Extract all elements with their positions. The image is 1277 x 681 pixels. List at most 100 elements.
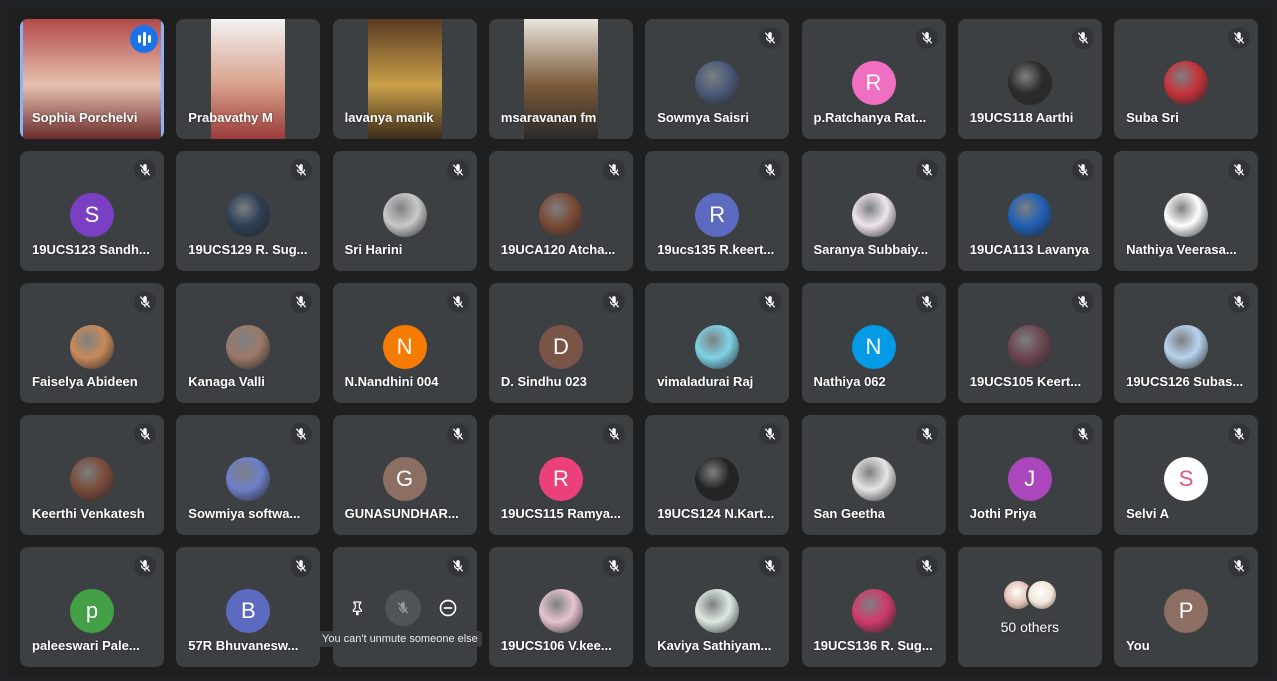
participant-tile[interactable]: 50 others xyxy=(957,547,1102,667)
profile-photo-avatar xyxy=(1007,193,1052,237)
participant-tile[interactable]: Faiselya Abideen xyxy=(20,283,164,403)
participant-name: p.Ratchanya Rat... xyxy=(813,110,927,125)
profile-photo-avatar xyxy=(382,193,427,237)
participant-name: 19UCA113 Lavanya xyxy=(969,242,1090,257)
letter-avatar: G xyxy=(382,457,427,501)
participant-tile[interactable]: Suba Sri xyxy=(1114,19,1259,139)
participant-grid: Sophia Porchelvi Prabavathy M lavanya mani… xyxy=(6,6,1272,675)
participant-tile[interactable]: Sophia Porchelvi xyxy=(20,19,164,139)
mic-off-icon[interactable] xyxy=(385,590,421,626)
participant-tile[interactable]: 19UCS126 Subas... xyxy=(1114,283,1259,403)
participant-tile[interactable]: 19UCS118 Aarthi xyxy=(957,19,1102,139)
participant-name: msaravanan fm xyxy=(500,110,597,125)
participant-tile[interactable]: msaravanan fm xyxy=(488,19,633,139)
mic-off-icon xyxy=(446,291,469,313)
mic-off-icon xyxy=(1228,159,1251,181)
mic-off-icon xyxy=(602,555,625,577)
participant-tile[interactable]: B 57R Bhuvanesw... xyxy=(176,547,321,667)
participant-tile[interactable]: Sowmiya softwa... xyxy=(176,415,321,535)
letter-avatar: R xyxy=(695,193,740,237)
mic-off-icon xyxy=(1228,291,1251,313)
participant-tile[interactable]: G GUNASUNDHAR... xyxy=(332,415,477,535)
participant-tile[interactable]: Sri Harini xyxy=(332,151,477,271)
participant-name: Sri Harini xyxy=(344,242,403,257)
profile-photo-avatar xyxy=(695,589,740,633)
participant-name: Kaviya Sathiyam... xyxy=(657,638,772,653)
mic-off-icon xyxy=(602,423,625,445)
participant-tile[interactable]: S Selvi A xyxy=(1114,415,1259,535)
participant-tile[interactable]: p paleeswari Pale... xyxy=(20,547,164,667)
participant-name: Keerthi Venkatesh xyxy=(32,506,145,521)
mic-off-icon xyxy=(290,423,313,445)
participant-tile[interactable]: S 19UCS123 Sandh... xyxy=(20,151,164,271)
participant-tile[interactable]: vimaladurai Raj xyxy=(645,283,790,403)
participant-name: Sophia Porchelvi xyxy=(32,110,138,125)
profile-photo-avatar xyxy=(1164,325,1209,369)
letter-avatar: p xyxy=(70,589,114,633)
participant-tile[interactable]: 19UCS129 R. Sug... xyxy=(176,151,321,271)
participant-tile[interactable]: P You xyxy=(1114,547,1259,667)
participant-tile[interactable]: N Nathiya 062 xyxy=(801,283,946,403)
mic-off-icon xyxy=(915,291,938,313)
participant-name: 19ucs135 R.keert... xyxy=(657,242,775,257)
participant-tile[interactable]: J Jothi Priya xyxy=(957,415,1102,535)
participant-tile[interactable]: 19UCA113 Lavanya xyxy=(957,151,1102,271)
profile-photo-avatar xyxy=(226,193,271,237)
tile-hover-controls xyxy=(340,588,466,628)
profile-photo-avatar xyxy=(70,457,114,501)
profile-photo-avatar xyxy=(1164,61,1209,105)
participant-tile[interactable]: 19UCS105 Keert... xyxy=(957,283,1102,403)
participant-tile[interactable]: 19UCS106 V.kee... xyxy=(488,547,633,667)
participant-name: vimaladurai Raj xyxy=(657,374,754,389)
participant-tile[interactable]: Keerthi Venkatesh xyxy=(20,415,164,535)
participant-tile[interactable]: lavanya manik xyxy=(332,19,477,139)
participant-tile[interactable]: N N.Nandhini 004 xyxy=(332,283,477,403)
participant-tile[interactable]: Nathiya Veerasa... xyxy=(1114,151,1259,271)
mic-off-icon xyxy=(1228,555,1251,577)
remove-icon[interactable] xyxy=(430,590,466,626)
others-avatars xyxy=(1001,577,1062,611)
mic-off-icon xyxy=(1071,291,1094,313)
participant-tile[interactable]: Kanaga Valli xyxy=(176,283,321,403)
participant-tile[interactable]: Kaviya Sathiyam... xyxy=(645,547,790,667)
letter-avatar: S xyxy=(1164,457,1209,501)
mic-off-icon xyxy=(1228,423,1251,445)
letter-avatar: N xyxy=(382,325,427,369)
participant-tile[interactable]: Sowmya Saisri xyxy=(645,19,790,139)
participant-name: N.Nandhini 004 xyxy=(344,374,439,389)
mic-off-icon xyxy=(1071,423,1094,445)
participant-name: Sowmya Saisri xyxy=(657,110,749,125)
letter-avatar: J xyxy=(1007,457,1052,501)
participant-tile[interactable]: R 19UCS115 Ramya... xyxy=(488,415,633,535)
mic-off-icon xyxy=(290,291,313,313)
participant-tile[interactable]: Saranya Subbaiy... xyxy=(801,151,946,271)
mic-off-icon xyxy=(915,555,938,577)
participant-name: Selvi A xyxy=(1126,506,1169,521)
participant-tile[interactable]: R 19ucs135 R.keert... xyxy=(645,151,790,271)
participant-tile[interactable]: 19UCS136 R. Sug... xyxy=(801,547,946,667)
participant-tile[interactable]: 19UCS124 N.Kart... xyxy=(645,415,790,535)
profile-photo-avatar xyxy=(226,325,271,369)
profile-photo-avatar xyxy=(538,193,583,237)
participant-name: Suba Sri xyxy=(1126,110,1179,125)
pin-icon[interactable] xyxy=(340,590,376,626)
letter-avatar: R xyxy=(538,457,583,501)
participant-name: 19UCS106 V.kee... xyxy=(500,638,612,653)
participant-tile[interactable]: Prabavathy M xyxy=(176,19,321,139)
profile-photo-avatar xyxy=(1164,193,1209,237)
mic-off-icon xyxy=(759,423,782,445)
profile-photo-avatar xyxy=(851,589,896,633)
participant-name: 19UCS118 Aarthi xyxy=(969,110,1074,125)
profile-photo-avatar xyxy=(1007,325,1052,369)
participant-tile[interactable]: 19UCA120 Atcha... xyxy=(488,151,633,271)
mic-off-icon xyxy=(1228,27,1251,49)
mic-off-icon xyxy=(1071,159,1094,181)
participant-tile[interactable]: Rp.Ratchanya Rat... xyxy=(801,19,946,139)
participant-tile[interactable]: San Geetha xyxy=(801,415,946,535)
participant-name: D. Sindhu 023 xyxy=(500,374,587,389)
profile-photo-avatar xyxy=(851,193,896,237)
letter-avatar: S xyxy=(70,193,114,237)
participant-name: Faiselya Abideen xyxy=(32,374,138,389)
participant-tile[interactable]: D D. Sindhu 023 xyxy=(488,283,633,403)
mic-off-icon xyxy=(759,291,782,313)
